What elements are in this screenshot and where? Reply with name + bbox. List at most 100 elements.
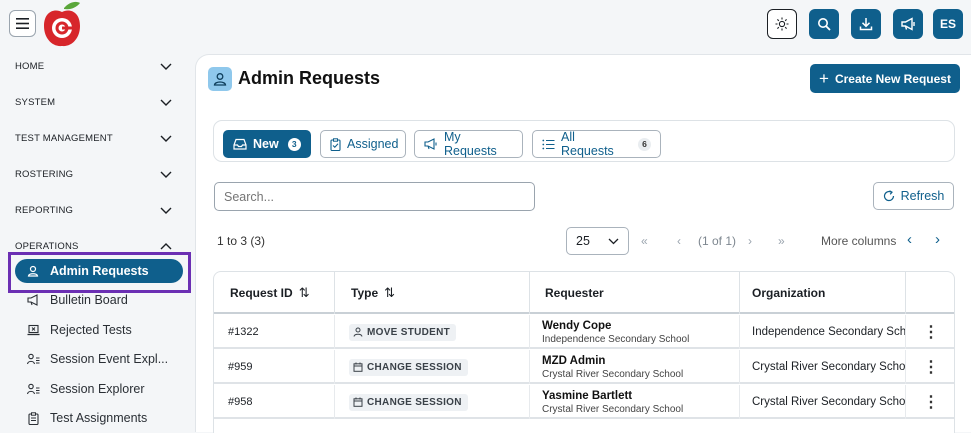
column-header-label: Requester [545,286,604,300]
chevron-down-icon [160,207,172,214]
laptop-x-icon [26,323,40,337]
download-icon [859,18,873,31]
tab-all-requests[interactable]: All Requests 6 [532,130,661,158]
sidebar-item-test-assignments[interactable]: Test Assignments [15,406,183,430]
column-header-request-id[interactable]: Request ID ⇅ [214,272,335,314]
type-chip: CHANGE SESSION [349,393,468,411]
app-logo[interactable] [40,0,84,48]
menu-button[interactable] [9,10,36,37]
sidebar-item-label: Session Event Expl... [50,352,169,366]
requester-name: Wendy Cope [542,319,612,332]
tab-label: Assigned [347,137,399,151]
row-actions-icon[interactable]: ⋮ [906,350,954,384]
columns-scroll-left-icon[interactable]: ‹ [907,231,912,248]
request-id-cell: #958 [214,385,335,419]
person-list-icon [26,382,40,396]
requests-table: Request ID ⇅ Type ⇅ Requester Organization… [213,271,955,433]
type-cell: CHANGE SESSION [335,385,530,419]
tab-count-badge: 6 [638,137,651,151]
sidebar-item-session-explorer[interactable]: Session Explorer [15,377,183,401]
column-header-label: Organization [752,286,826,300]
download-button[interactable] [851,9,881,39]
table-row[interactable]: #958 CHANGE SESSION Yasmine Bartlett Cry… [214,385,954,419]
nav-section-system[interactable]: SYSTEM [0,88,195,116]
hamburger-icon [16,18,29,29]
create-new-request-button[interactable]: + Create New Request [810,64,960,93]
column-header-label: Type [351,286,379,300]
nav-section-label: OPERATIONS [15,240,79,252]
type-label: CHANGE SESSION [367,396,462,408]
person-badge-icon [208,67,232,91]
previous-page-icon[interactable]: ‹ [677,234,681,248]
next-page-icon[interactable]: › [748,234,752,248]
organization-name: Crystal River Secondary School [752,361,906,373]
calendar-icon [353,397,363,407]
chevron-up-icon [160,242,172,249]
requester-org: Crystal River Secondary School [542,368,684,380]
nav-section-home[interactable]: HOME [0,52,195,80]
plus-icon: + [819,69,829,88]
sidebar-item-bulletin-board[interactable]: Bulletin Board [15,288,183,312]
nav-section-rostering[interactable]: ROSTERING [0,160,195,188]
organization-cell: Independence Secondary School [740,315,906,349]
nav-section-label: SYSTEM [15,96,56,108]
sort-icon[interactable]: ⇅ [299,285,310,301]
calendar-icon [353,362,363,372]
nav-section-test-management[interactable]: TEST MANAGEMENT [0,124,195,152]
sort-icon[interactable]: ⇅ [384,285,395,301]
table-row[interactable]: #1322 MOVE STUDENT Wendy Cope Independen… [214,315,954,349]
create-button-label: Create New Request [834,71,951,86]
type-cell: MOVE STUDENT [335,315,530,349]
column-header-organization[interactable]: Organization [740,272,906,314]
refresh-button[interactable]: Refresh [873,182,954,210]
table-row[interactable]: #959 CHANGE SESSION MZD Admin Crystal Ri… [214,350,954,384]
user-avatar-button[interactable]: ES [933,9,963,39]
list-icon [542,139,555,150]
theme-toggle-button[interactable] [767,9,797,39]
chevron-down-icon [160,63,172,70]
megaphone-icon [900,17,915,31]
type-label: MOVE STUDENT [367,326,451,338]
organization-cell: Crystal River Secondary School [740,385,906,419]
first-page-icon[interactable]: « [641,234,648,248]
chevron-down-icon [160,171,172,178]
row-actions-icon[interactable]: ⋮ [906,385,954,419]
inbox-icon [233,138,247,150]
nav-section-label: TEST MANAGEMENT [15,132,113,144]
requester-name: Yasmine Bartlett [542,389,633,402]
last-page-icon[interactable]: » [778,234,785,248]
row-actions-icon[interactable]: ⋮ [906,315,954,349]
sidebar-item-label: Test Assignments [50,411,148,425]
requester-cell: Yasmine Bartlett Crystal River Secondary… [530,385,740,419]
search-button[interactable] [809,9,839,39]
column-header-requester[interactable]: Requester [530,272,740,314]
tab-label: My Requests [444,130,497,158]
nav-section-label: HOME [15,60,45,72]
column-header-type[interactable]: Type ⇅ [335,272,530,314]
search-input[interactable] [214,182,535,211]
person-move-icon [353,327,363,337]
row-count-text: 1 to 3 (3) [217,234,266,248]
page-size-select[interactable]: 25 [566,227,629,255]
main-panel: Admin Requests + Create New Request New 3… [195,54,971,433]
sun-icon [775,17,789,31]
organization-cell: Crystal River Secondary School [740,350,906,384]
type-label: CHANGE SESSION [367,361,462,373]
column-header-label: Request ID [230,286,293,300]
megaphone-icon [26,293,40,307]
refresh-label: Refresh [900,189,945,203]
columns-scroll-right-icon[interactable]: › [935,231,940,248]
sidebar-item-session-event-explorer[interactable]: Session Event Expl... [15,347,183,371]
tab-assigned[interactable]: Assigned [320,130,406,158]
chevron-down-icon [160,135,172,142]
nav-section-label: REPORTING [15,204,74,216]
chevron-down-icon [608,238,619,244]
sidebar-item-rejected-tests[interactable]: Rejected Tests [15,318,183,342]
nav-section-reporting[interactable]: REPORTING [0,196,195,224]
type-chip: CHANGE SESSION [349,358,468,376]
requester-org: Independence Secondary School [542,333,690,345]
tab-new[interactable]: New 3 [223,130,311,158]
announcements-button[interactable] [893,9,923,39]
tab-my-requests[interactable]: My Requests [414,130,523,158]
organization-name: Crystal River Secondary School [752,396,906,408]
